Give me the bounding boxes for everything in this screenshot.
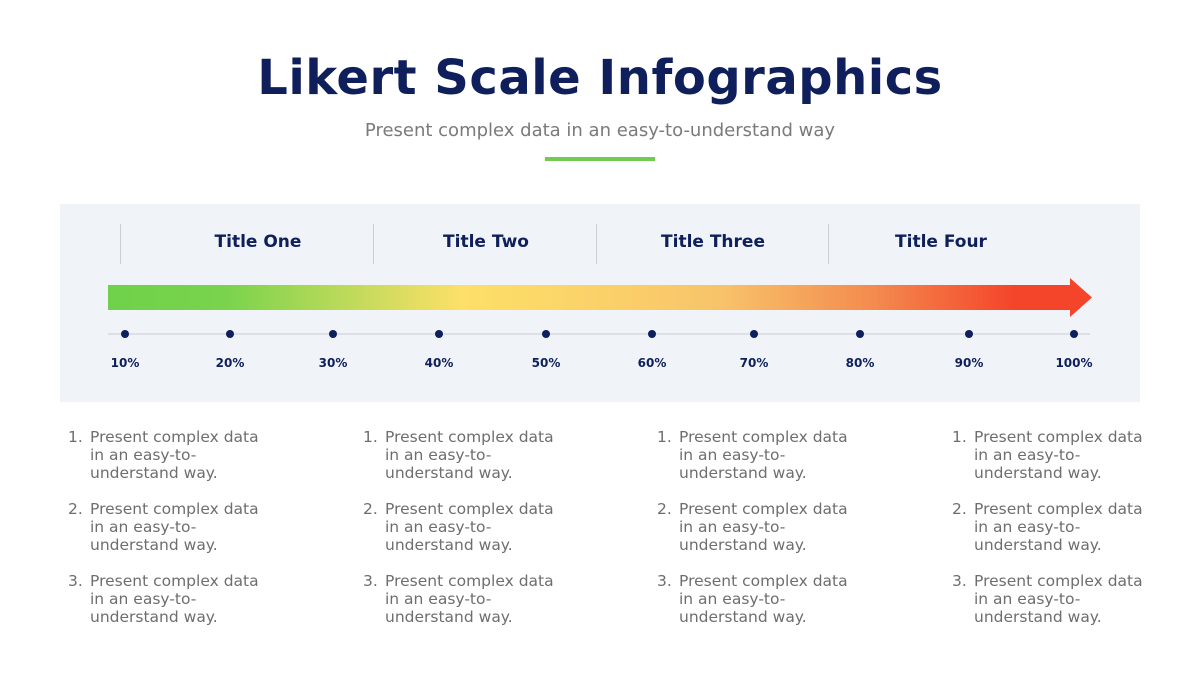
section-title-four: Title Four: [895, 232, 987, 252]
item-text: Present complex data in an easy-to-under…: [385, 428, 554, 482]
list-item: 2. Present complex data in an easy-to-und…: [952, 500, 1152, 554]
item-text: Present complex data in an easy-to-under…: [385, 500, 554, 554]
item-text: Present complex data in an easy-to-under…: [90, 500, 259, 554]
list-item: 1. Present complex data in an easy-to-und…: [68, 428, 268, 482]
tick-label: 100%: [1055, 356, 1093, 370]
item-number: 1.: [68, 428, 83, 446]
item-text: Present complex data in an easy-to-under…: [679, 428, 848, 482]
tick-label: 90%: [954, 356, 984, 370]
item-number: 3.: [363, 572, 378, 590]
item-number: 1.: [363, 428, 378, 446]
list-item: 3. Present complex data in an easy-to-und…: [68, 572, 268, 626]
item-text: Present complex data in an easy-to-under…: [974, 500, 1143, 554]
section-divider: [120, 224, 121, 264]
list-item: 3. Present complex data in an easy-to-und…: [952, 572, 1152, 626]
list-item: 2. Present complex data in an easy-to-und…: [657, 500, 857, 554]
item-text: Present complex data in an easy-to-under…: [679, 500, 848, 554]
section-title-one: Title One: [214, 232, 302, 252]
page-subtitle: Present complex data in an easy-to-under…: [364, 120, 836, 141]
item-number: 2.: [363, 500, 378, 518]
list-item: 1. Present complex data in an easy-to-und…: [657, 428, 857, 482]
item-number: 1.: [952, 428, 967, 446]
tick-label: 10%: [110, 356, 140, 370]
tick-label: 60%: [637, 356, 667, 370]
list-item: 1. Present complex data in an easy-to-und…: [952, 428, 1152, 482]
tick-label: 30%: [318, 356, 348, 370]
list-item: 2. Present complex data in an easy-to-und…: [363, 500, 563, 554]
item-number: 3.: [68, 572, 83, 590]
list-item: 3. Present complex data in an easy-to-und…: [363, 572, 563, 626]
section-divider: [373, 224, 374, 264]
list-item: 2. Present complex data in an easy-to-und…: [68, 500, 268, 554]
page-title: Likert Scale Infographics: [257, 50, 943, 106]
section-title-two: Title Two: [443, 232, 529, 252]
list-column-three: 1. Present complex data in an easy-to-und…: [657, 428, 857, 644]
list-item: 3. Present complex data in an easy-to-und…: [657, 572, 857, 626]
item-text: Present complex data in an easy-to-under…: [385, 572, 554, 626]
tick-label: 70%: [739, 356, 769, 370]
list-column-two: 1. Present complex data in an easy-to-und…: [363, 428, 563, 644]
list-column-one: 1. Present complex data in an easy-to-und…: [68, 428, 268, 644]
tick-label: 80%: [845, 356, 875, 370]
item-number: 3.: [952, 572, 967, 590]
section-title-three: Title Three: [661, 232, 765, 252]
item-number: 1.: [657, 428, 672, 446]
item-number: 3.: [657, 572, 672, 590]
list-item: 1. Present complex data in an easy-to-und…: [363, 428, 563, 482]
item-text: Present complex data in an easy-to-under…: [679, 572, 848, 626]
item-text: Present complex data in an easy-to-under…: [90, 428, 259, 482]
item-text: Present complex data in an easy-to-under…: [974, 428, 1143, 482]
item-number: 2.: [657, 500, 672, 518]
tick-label: 20%: [215, 356, 245, 370]
tick-label: 50%: [531, 356, 561, 370]
list-column-four: 1. Present complex data in an easy-to-und…: [952, 428, 1152, 644]
item-text: Present complex data in an easy-to-under…: [974, 572, 1143, 626]
tick-label: 40%: [424, 356, 454, 370]
item-number: 2.: [952, 500, 967, 518]
section-divider: [828, 224, 829, 264]
item-text: Present complex data in an easy-to-under…: [90, 572, 259, 626]
section-divider: [596, 224, 597, 264]
title-underline: [545, 157, 655, 161]
item-number: 2.: [68, 500, 83, 518]
